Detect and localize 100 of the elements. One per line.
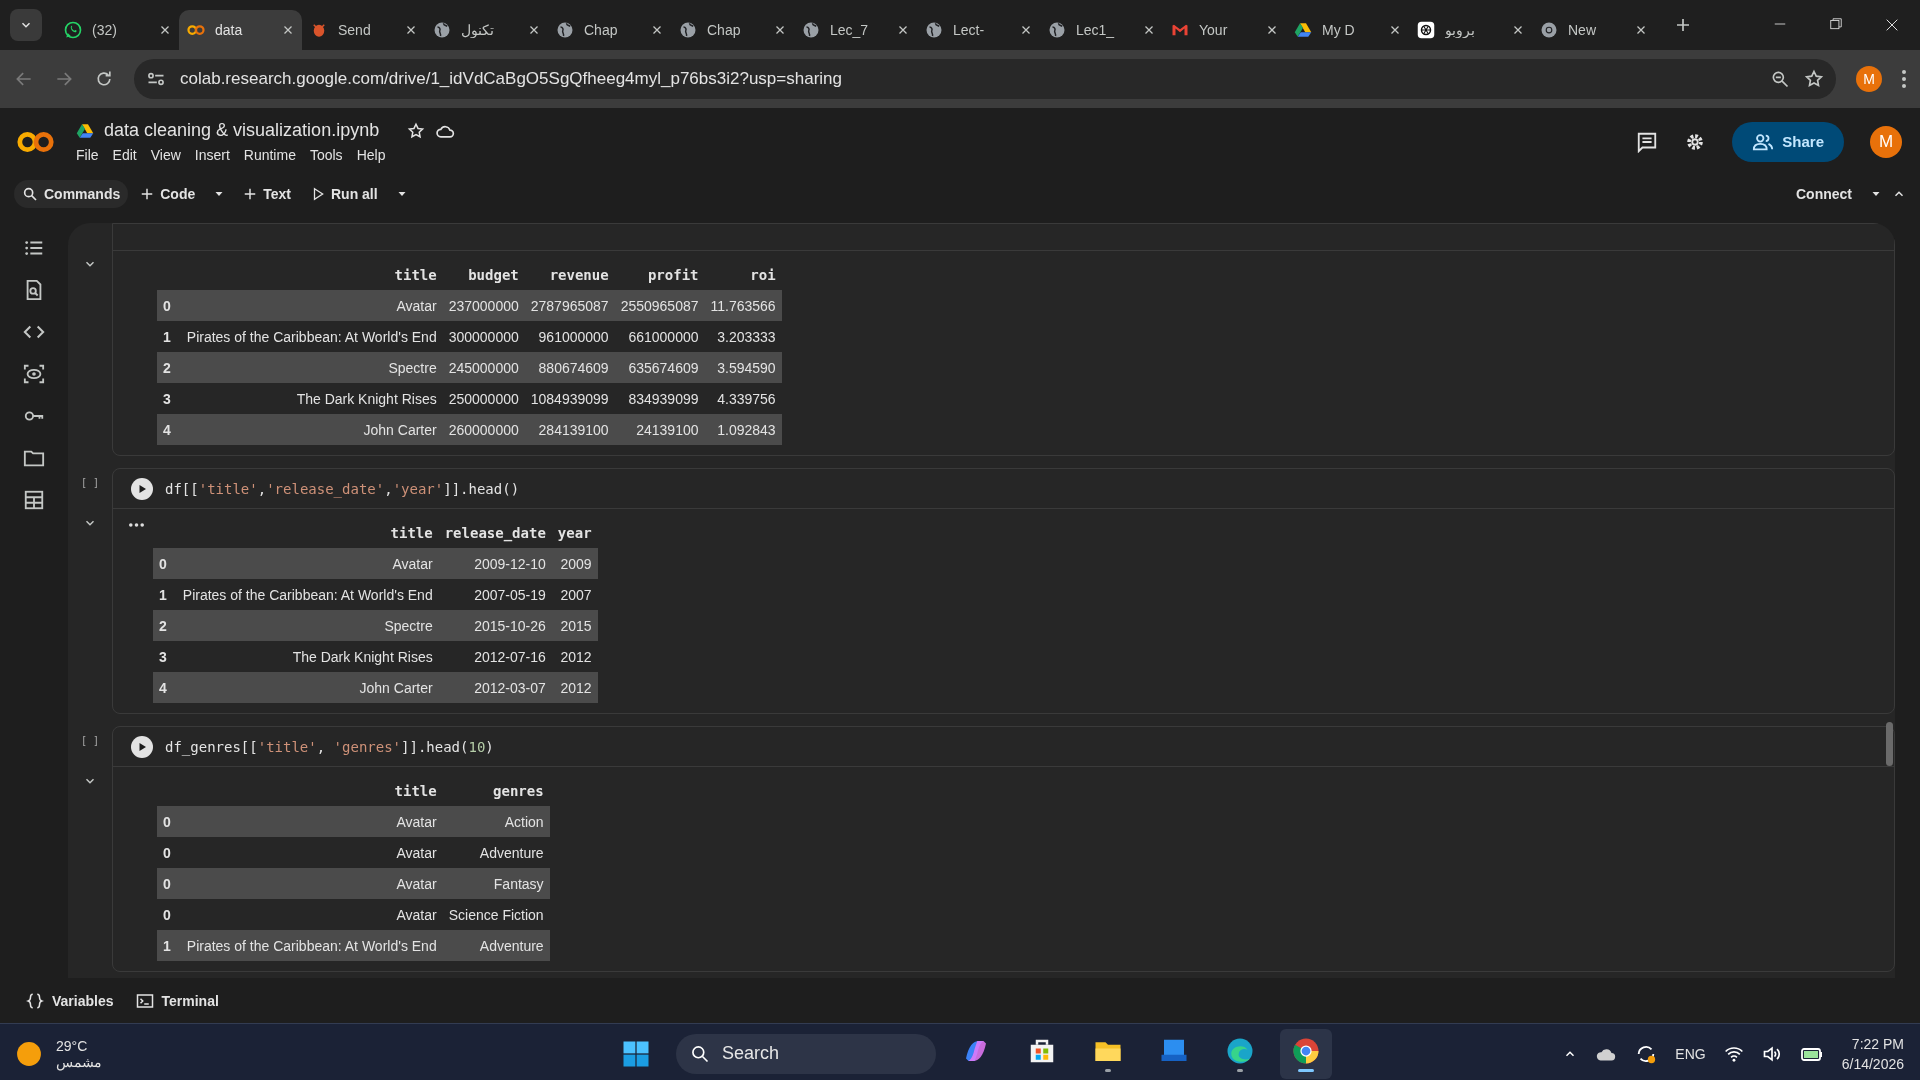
run-cell-button[interactable] [131, 735, 153, 758]
chrome-icon [1540, 21, 1558, 39]
browser-tab[interactable]: Send [302, 10, 425, 50]
row-index: 4 [157, 414, 181, 445]
close-icon [1635, 24, 1647, 36]
table-cell: 2015-10-26 [438, 610, 552, 641]
table-cell: 4.339756 [704, 383, 782, 414]
close-icon [405, 24, 417, 36]
close-icon [1143, 24, 1155, 36]
browser-tab[interactable]: (32) [56, 10, 179, 50]
table-cell: Pirates of the Caribbean: At World's End [180, 930, 443, 961]
column-header: title [180, 259, 443, 290]
connect-button[interactable]: Connect [1788, 180, 1860, 208]
language-indicator[interactable]: ENG [1675, 1045, 1706, 1062]
sun-icon [16, 1040, 42, 1067]
table-cell: The Dark Knight Rises [176, 641, 439, 672]
braces-icon [26, 991, 44, 1010]
toolbar-button[interactable]: Commands [14, 180, 129, 208]
table-cell: 961000000 [524, 321, 615, 352]
menu-item[interactable]: Tools [309, 147, 343, 163]
more-icon [1902, 70, 1906, 88]
column-header: budget [442, 259, 525, 290]
table-cell: 2012 [551, 641, 598, 672]
weather-condition: مشمس [56, 1053, 102, 1070]
run-cell-button[interactable] [131, 477, 153, 500]
table-cell: Avatar [180, 837, 443, 868]
browser-tab[interactable]: Lect- [917, 10, 1040, 50]
table-cell: 1084939099 [524, 383, 615, 414]
browser-tab[interactable]: New [1532, 10, 1655, 50]
browser-tab[interactable]: تكنول [425, 10, 548, 50]
scrollbar-thumb[interactable] [1886, 722, 1893, 766]
table-cell: Science Fiction [442, 899, 550, 930]
menu-item[interactable]: Help [356, 147, 386, 163]
execution-count: [ ] [80, 476, 100, 490]
close-icon [651, 24, 663, 36]
table-cell: Action [442, 806, 550, 837]
table-cell: 3.594590 [704, 352, 782, 383]
row-index: 0 [157, 806, 181, 837]
browser-tab[interactable]: Lec1_ [1040, 10, 1163, 50]
clock-date[interactable]: 6/14/2026 [1841, 1055, 1904, 1072]
toolbar-button[interactable]: Text [235, 180, 299, 208]
search-icon [690, 1043, 710, 1064]
star-icon [407, 121, 426, 140]
close-icon [1389, 24, 1401, 36]
table-cell: John Carter [180, 414, 443, 445]
menu-item[interactable]: File [76, 147, 99, 163]
menu-item[interactable]: Edit [112, 147, 137, 163]
taskbar-app[interactable] [1280, 1028, 1332, 1079]
search-input[interactable]: Search [720, 1042, 904, 1065]
globe-icon [925, 21, 943, 39]
close-icon [159, 24, 171, 36]
close-icon [897, 24, 909, 36]
column-header: genres [442, 775, 550, 806]
table-cell: Avatar [176, 548, 439, 579]
browser-tab[interactable]: Lec_7 [794, 10, 917, 50]
sidebar-button[interactable] [23, 489, 45, 511]
menu-item[interactable]: Runtime [243, 147, 296, 163]
globe-icon [433, 21, 451, 39]
table-cell: 2787965087 [524, 290, 615, 321]
search-field[interactable]: Search [676, 1033, 936, 1074]
browser-tab[interactable]: بروبو [1409, 10, 1532, 50]
triangle-icon [76, 121, 94, 140]
table-cell: Adventure [442, 837, 550, 868]
more-icon[interactable] [129, 523, 144, 527]
address-bar[interactable]: colab.research.google.com/drive/1_idVdCaBgO5SgQfheeg4myl_p76bs3i2?usp=sharing [134, 59, 1836, 99]
globe-icon [679, 21, 697, 39]
sidebar-button[interactable] [23, 363, 45, 385]
plus-icon [243, 187, 258, 201]
temperature: 29°C [56, 1037, 89, 1054]
browser-tab[interactable]: Chap [671, 10, 794, 50]
column-header: profit [614, 259, 705, 290]
tab-search-button[interactable] [10, 9, 42, 41]
table-cell: 284139100 [524, 414, 615, 445]
panel-tab[interactable]: Terminal [135, 991, 219, 1010]
toolbar-button[interactable]: Run all [303, 180, 386, 208]
table-cell: 2550965087 [614, 290, 705, 321]
table-cell: 2012-07-16 [438, 641, 552, 672]
panel-tab[interactable]: Variables [26, 991, 114, 1010]
browser-tab[interactable]: Your [1163, 10, 1286, 50]
clock-time[interactable]: 7:22 PM [1851, 1035, 1904, 1052]
table-cell: 2015 [551, 610, 598, 641]
share-button[interactable]: Share [1732, 121, 1844, 162]
table-icon [23, 489, 45, 511]
notebook-title[interactable]: data cleaning & visualization.ipynb [104, 120, 380, 141]
browser-tab[interactable]: My D [1286, 10, 1409, 50]
browser-tab[interactable]: Chap [548, 10, 671, 50]
row-index: 2 [157, 352, 181, 383]
menu-item[interactable]: Insert [194, 147, 230, 163]
row-index: 2 [153, 610, 177, 641]
table-cell: The Dark Knight Rises [180, 383, 443, 414]
table-cell: John Carter [176, 672, 439, 703]
restore-icon [1829, 17, 1843, 31]
plus-icon [1675, 17, 1691, 33]
browser-tab[interactable]: data [179, 10, 302, 50]
table-cell: 260000000 [442, 414, 525, 445]
globe-icon [1048, 21, 1066, 39]
eye-icon [23, 363, 45, 385]
toolbar-button[interactable]: Code [132, 180, 204, 208]
execution-count: [ ] [80, 734, 100, 748]
menu-item[interactable]: View [150, 147, 181, 163]
